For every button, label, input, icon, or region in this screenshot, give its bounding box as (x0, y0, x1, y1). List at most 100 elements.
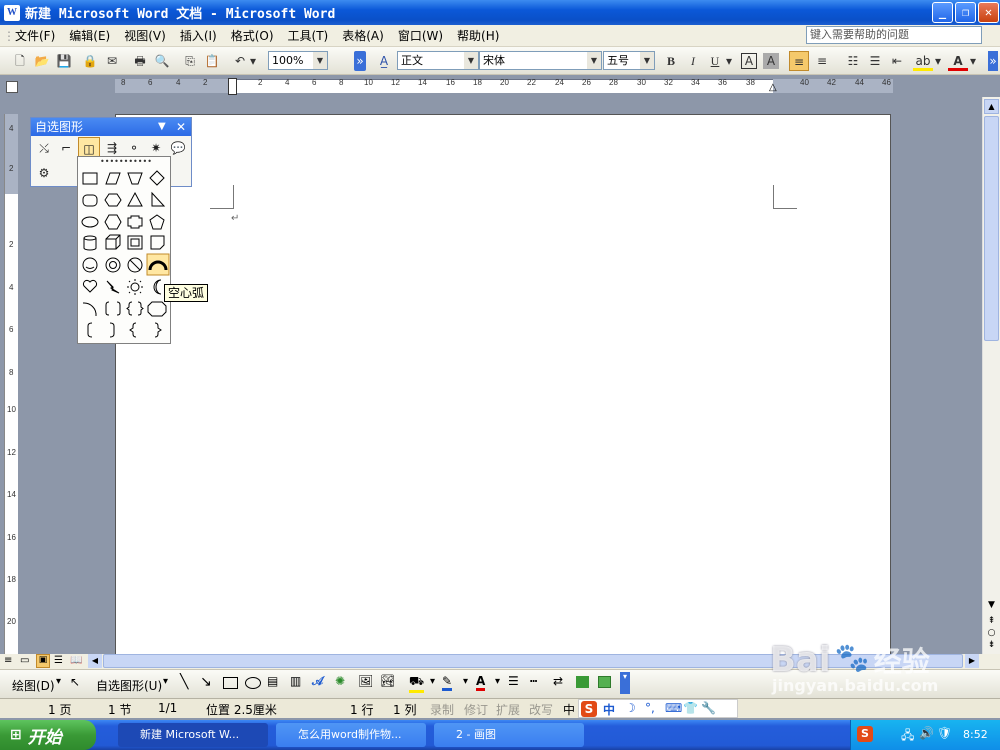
chevron-down-icon[interactable]: ▾ (163, 676, 168, 687)
tab-stop-selector[interactable] (6, 81, 18, 93)
taskbar-item-word-new[interactable]: 新建 Microsoft W... (118, 723, 268, 747)
char-border-button[interactable]: A (741, 53, 757, 69)
status-trk[interactable]: 修订 (464, 701, 488, 718)
print-view-icon[interactable]: ▣ (36, 654, 50, 668)
vertical-textbox-icon[interactable]: ▥ (290, 674, 301, 688)
outline-view-icon[interactable]: ☰ (54, 655, 63, 666)
start-button[interactable]: ⊞ 开始 (0, 720, 96, 750)
settings-wrench-icon[interactable]: 🔧 (701, 701, 716, 715)
scroll-thumb[interactable] (984, 116, 999, 341)
ime-bar[interactable]: S 中 ☽ °, ⌨ 👕 🔧 (578, 699, 738, 718)
status-ovr[interactable]: 改写 (529, 701, 553, 718)
volume-icon[interactable]: 🔊 (919, 726, 934, 740)
moon-shape[interactable] (153, 279, 162, 295)
autoshapes-menu-button[interactable]: 自选图形(U) (96, 677, 162, 694)
toolbar-options-icon[interactable]: ▾ (620, 672, 630, 694)
scroll-up-button[interactable]: ▲ (984, 99, 999, 114)
menu-table[interactable]: 表格(A) (335, 27, 391, 44)
close-button[interactable]: ✕ (978, 2, 999, 23)
sun-shape[interactable] (130, 282, 140, 292)
underline-button[interactable]: U (705, 51, 725, 71)
arrow-icon[interactable]: ↘ (200, 674, 212, 690)
dash-style-icon[interactable]: ┅ (530, 674, 537, 688)
cube-shape[interactable] (105, 238, 117, 250)
clock[interactable]: 8:52 (963, 728, 988, 741)
right-bracket-shape[interactable] (109, 322, 115, 338)
cross-shape[interactable] (127, 215, 143, 229)
oval-icon[interactable] (245, 677, 261, 689)
right-indent-marker[interactable]: △ (769, 82, 777, 93)
diagram-icon[interactable]: ✺ (335, 674, 345, 688)
shapes-grid[interactable] (78, 157, 172, 343)
menu-file[interactable]: 文件(F) (8, 27, 62, 44)
styles-pane-icon[interactable]: A̲ (374, 51, 394, 71)
double-brace-shape[interactable] (126, 301, 144, 316)
align-center-icon[interactable]: ≡ (812, 51, 832, 71)
minimize-button[interactable]: _ (932, 2, 953, 23)
clipart-icon[interactable]: 🖼 (358, 674, 373, 688)
oval-shape[interactable] (81, 216, 99, 228)
chevron-down-icon[interactable]: ▼ (640, 52, 654, 69)
menu-edit[interactable]: 编辑(E) (62, 27, 117, 44)
font-color-button[interactable]: A (948, 51, 968, 71)
rectangle-shape[interactable] (82, 172, 98, 185)
smiley-face-shape[interactable] (82, 257, 98, 273)
chevron-down-icon[interactable]: ▼ (464, 52, 478, 69)
picture-icon[interactable]: 🏞 (380, 674, 395, 688)
numbering-icon[interactable]: ☷ (843, 51, 863, 71)
restore-button[interactable]: ❐ (955, 2, 976, 23)
line-icon[interactable]: ╲ (180, 674, 188, 690)
status-ext[interactable]: 扩展 (496, 701, 520, 718)
toolbar-options-icon[interactable]: » (988, 51, 998, 71)
underline-dropdown-icon[interactable]: ▾ (724, 51, 734, 71)
hexagon-shape[interactable] (104, 214, 122, 230)
menu-format[interactable]: 格式(O) (224, 27, 281, 44)
email-icon[interactable]: ✉ (102, 51, 122, 71)
paste-icon[interactable]: 📋 (202, 51, 222, 71)
highlight-icon[interactable]: ab (913, 51, 933, 71)
permission-icon[interactable]: 🔒 (80, 51, 100, 71)
network-icon[interactable]: 🖧 (901, 726, 914, 747)
close-icon[interactable]: ✕ (176, 118, 186, 136)
wordart-icon[interactable]: 𝒜 (312, 674, 323, 689)
draw-menu-button[interactable]: 绘图(D) (12, 677, 55, 694)
next-page-icon[interactable]: ⇟ (984, 640, 999, 652)
octagon-shape[interactable] (104, 193, 122, 207)
folded-corner-shape[interactable] (150, 235, 165, 250)
bullets-icon[interactable]: ☰ (865, 51, 885, 71)
lines-icon[interactable]: ⤯ (33, 137, 55, 159)
arc-shape[interactable] (82, 302, 97, 317)
web-view-icon[interactable]: ▭ (20, 655, 29, 666)
document-page[interactable]: ↵ (115, 114, 891, 654)
left-brace-shape[interactable] (129, 322, 137, 338)
chevron-down-icon[interactable]: ▼ (313, 52, 327, 69)
triangle-shape[interactable] (127, 191, 143, 207)
select-browse-object-icon[interactable]: ○ (984, 628, 999, 640)
font-color-button[interactable]: A (476, 674, 486, 691)
palette-title-bar[interactable]: 自选图形 ▼ ✕ (31, 118, 191, 136)
decrease-indent-icon[interactable]: ⇤ (887, 51, 907, 71)
new-document-icon[interactable]: 🗋 (10, 51, 30, 71)
keyboard-icon[interactable]: ⌨ (665, 701, 682, 715)
menu-help[interactable]: 帮助(H) (450, 27, 506, 44)
word-icon[interactable]: W (4, 4, 20, 21)
sogou-logo-icon[interactable]: S (581, 701, 597, 717)
bold-button[interactable]: B (661, 51, 681, 71)
donut-shape[interactable] (105, 257, 121, 273)
reading-view-icon[interactable]: 📖 (70, 655, 82, 666)
scroll-right-button[interactable]: ▶ (965, 654, 979, 668)
rectangle-icon[interactable] (223, 677, 238, 689)
punctuation-icon[interactable]: °, (645, 701, 655, 715)
pentagon-shape[interactable] (149, 214, 165, 230)
zoom-combo[interactable]: 100% ▼ (268, 51, 328, 70)
plaque-shape[interactable] (147, 301, 167, 317)
taskbar-item-paint[interactable]: 2 - 画图 (434, 723, 584, 747)
font-combo[interactable]: 宋体 ▼ (479, 51, 602, 70)
undo-icon[interactable]: ↶ (230, 51, 250, 71)
vertical-scrollbar[interactable]: ▲ ▼ ⇞ ○ ⇟ (982, 97, 1000, 655)
security-icon[interactable]: 🛡 (937, 726, 952, 740)
right-triangle-shape[interactable] (151, 191, 166, 207)
chevron-down-icon[interactable]: ▾ (430, 676, 435, 687)
help-search-input[interactable]: 键入需要帮助的问题 (806, 26, 982, 44)
can-shape[interactable] (83, 235, 97, 241)
